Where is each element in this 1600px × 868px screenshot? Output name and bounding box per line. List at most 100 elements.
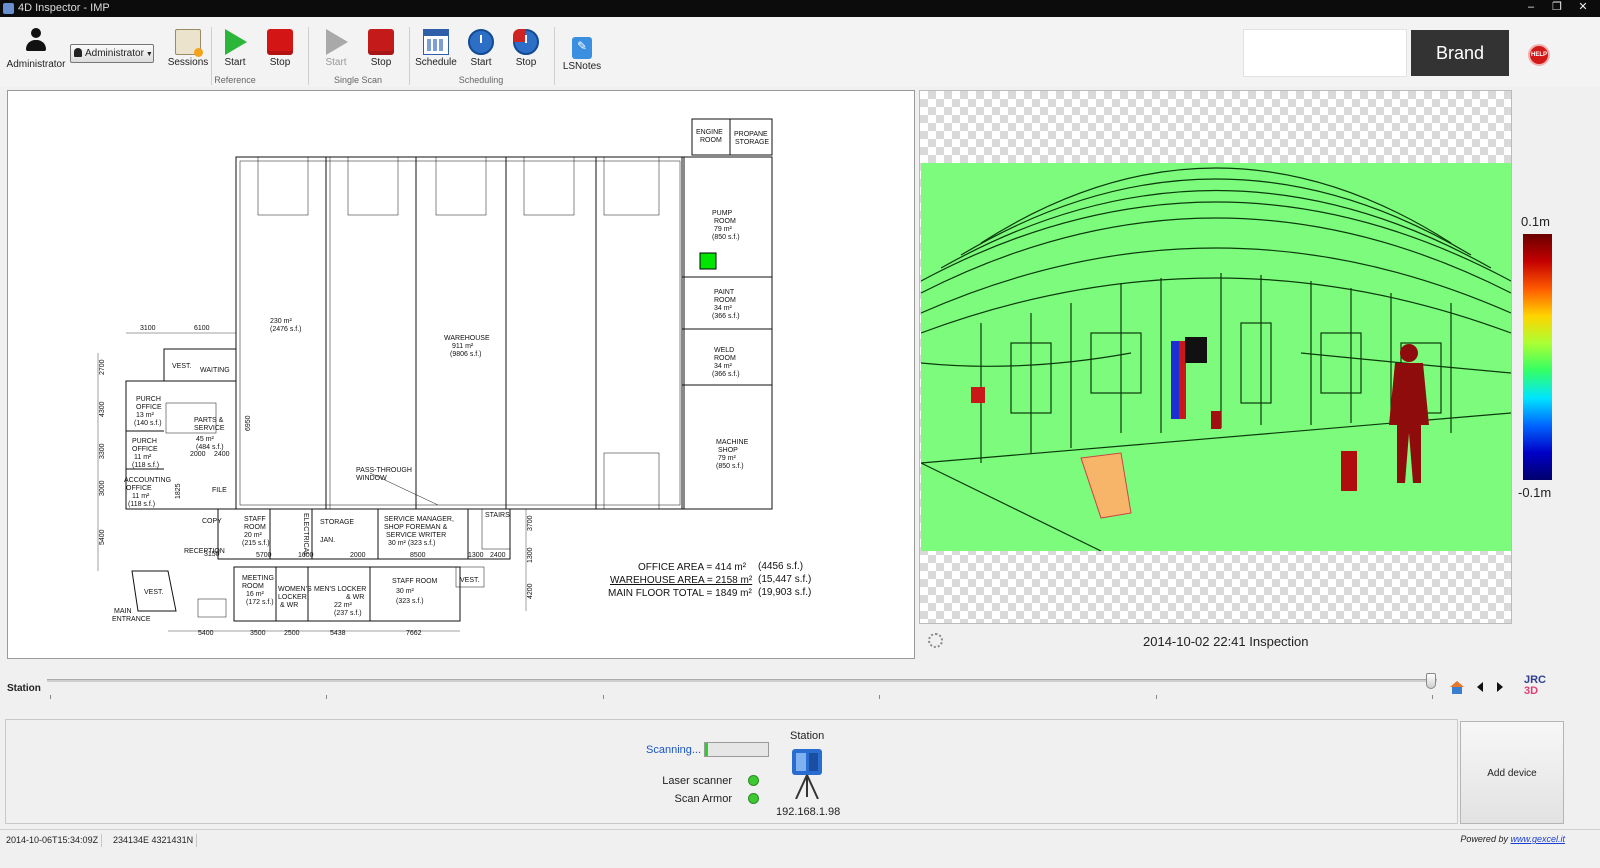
sessions-label: Sessions	[167, 57, 209, 68]
close-button[interactable]: ✕	[1572, 0, 1594, 15]
scheduling-stop-button[interactable]: Stop	[504, 29, 548, 68]
next-station-icon[interactable]	[1497, 682, 1503, 692]
room-label: ROOM	[242, 583, 264, 590]
room-label: (323 s.f.)	[396, 598, 424, 605]
scan-render	[921, 167, 1511, 551]
slider-tick	[879, 695, 880, 699]
dimension-label: 1825	[175, 483, 182, 499]
single-scan-group-label: Single Scan	[333, 75, 383, 85]
scan-view[interactable]	[919, 90, 1512, 624]
notes-icon	[572, 37, 592, 59]
dimension-label: 3300	[99, 443, 106, 459]
room-label: ACCOUNTING	[124, 477, 171, 484]
room-label: 22 m²	[334, 602, 353, 609]
maximize-button[interactable]: ❐	[1546, 0, 1568, 15]
floor-plan-drawing: ENGINE ROOM PROPANE STORAGE PUMP ROOM 79…	[97, 118, 811, 637]
brand-logo: Brand	[1411, 30, 1509, 76]
calendar-icon	[423, 29, 449, 55]
dimension-label: 5400	[99, 529, 106, 545]
room-label: ROOM	[244, 524, 266, 531]
room-label: PAINT	[714, 289, 735, 296]
room-label: WELD	[714, 347, 734, 354]
reference-start-button[interactable]: Start	[213, 29, 257, 68]
toolbar-separator	[211, 27, 212, 85]
station-slider-label: Station	[7, 683, 41, 694]
room-label: (850 s.f.)	[712, 234, 740, 241]
room-label: ENGINE	[696, 129, 723, 136]
lsnotes-button[interactable]: LSNotes	[560, 37, 604, 72]
dimension-label: 2400	[490, 552, 506, 559]
room-label: PARTS &	[194, 417, 224, 424]
room-label: SERVICE WRITER	[386, 532, 446, 539]
room-label: WINDOW	[356, 475, 387, 482]
room-label: (215 s.f.)	[242, 540, 270, 547]
room-label: & WR	[346, 594, 364, 601]
dimension-label: 1600	[298, 552, 314, 559]
room-label: OFFICE	[132, 446, 158, 453]
schedule-button[interactable]: Schedule	[414, 29, 458, 68]
room-label: SHOP	[718, 447, 738, 454]
single-scan-start-label: Start	[325, 57, 347, 68]
add-device-button[interactable]: Add device	[1460, 721, 1564, 824]
room-label: 30 m² (323 s.f.)	[388, 540, 435, 547]
room-label: (237 s.f.)	[334, 610, 362, 617]
single-scan-start-button[interactable]: Start	[314, 29, 358, 68]
room-label: (2476 s.f.)	[270, 326, 302, 333]
room-label: ROOM	[714, 297, 736, 304]
scheduling-start-button[interactable]: Start	[459, 29, 503, 68]
help-button[interactable]: HELP	[1528, 44, 1550, 66]
fingerprint-icon[interactable]	[928, 633, 943, 648]
dimension-label: 3700	[527, 515, 534, 531]
laser-scanner-icon[interactable]	[790, 749, 824, 799]
room-label: 911 m²	[452, 343, 474, 350]
floor-plan-view[interactable]: ENGINE ROOM PROPANE STORAGE PUMP ROOM 79…	[7, 90, 915, 659]
scan-caption: 2014-10-02 22:41 Inspection	[1143, 634, 1309, 649]
room-label: 79 m²	[714, 226, 733, 233]
room-label: 20 m²	[244, 532, 263, 539]
room-label: WOMEN'S	[278, 586, 312, 593]
deviation-scan-image[interactable]	[921, 163, 1511, 551]
user-button[interactable]: Administrator	[6, 27, 66, 70]
room-label: JAN.	[320, 537, 335, 544]
room-label: STORAGE	[735, 139, 769, 146]
dimension-label: 2500	[284, 630, 300, 637]
sessions-button[interactable]: Sessions	[166, 29, 210, 68]
title-bar: 4D Inspector - IMP – ❐ ✕	[0, 0, 1600, 17]
bottom-strip	[0, 850, 1600, 868]
room-label: SERVICE MANAGER,	[384, 516, 454, 523]
room-label: MEETING	[242, 575, 274, 582]
minimize-button[interactable]: –	[1520, 0, 1542, 15]
reference-stop-button[interactable]: Stop	[258, 29, 302, 68]
area-summary-sf: (19,903 s.f.)	[758, 587, 811, 598]
room-label: VEST.	[144, 589, 164, 596]
laser-scanner-status-dot	[748, 775, 759, 786]
laser-scanner-label: Laser scanner	[662, 775, 732, 787]
room-label: ROOM	[700, 137, 722, 144]
dimension-label: 2700	[99, 359, 106, 375]
station-slider-track[interactable]	[47, 679, 1437, 682]
home-icon[interactable]	[1450, 681, 1464, 694]
area-summary-sf: (4456 s.f.)	[758, 561, 803, 572]
single-scan-stop-button[interactable]: Stop	[359, 29, 403, 68]
lsnotes-label: LSNotes	[562, 61, 602, 72]
room-label: (366 s.f.)	[712, 371, 740, 378]
dimension-label: 3500	[250, 630, 266, 637]
room-label: WAITING	[200, 367, 230, 374]
brand-logo-area	[1243, 29, 1407, 77]
previous-station-icon[interactable]	[1477, 682, 1483, 692]
dimension-label: 3000	[99, 480, 106, 496]
room-label: (366 s.f.)	[712, 313, 740, 320]
dimension-label: 3100	[140, 325, 156, 332]
station-marker[interactable]	[699, 252, 717, 270]
dimension-label: 5700	[256, 552, 272, 559]
room-label: FILE	[212, 487, 227, 494]
role-select[interactable]: Administrator ▼	[70, 44, 154, 63]
schedule-label: Schedule	[415, 57, 457, 68]
status-coordinates: 234134E 4321431N	[110, 834, 198, 847]
station-slider-thumb[interactable]	[1426, 673, 1436, 689]
role-select-value: Administrator	[85, 48, 144, 59]
room-label: SERVICE	[194, 425, 225, 432]
person-silhouette	[1389, 344, 1429, 483]
gexcel-link[interactable]: www.gexcel.it	[1510, 834, 1565, 844]
toolbar-separator	[409, 27, 410, 85]
